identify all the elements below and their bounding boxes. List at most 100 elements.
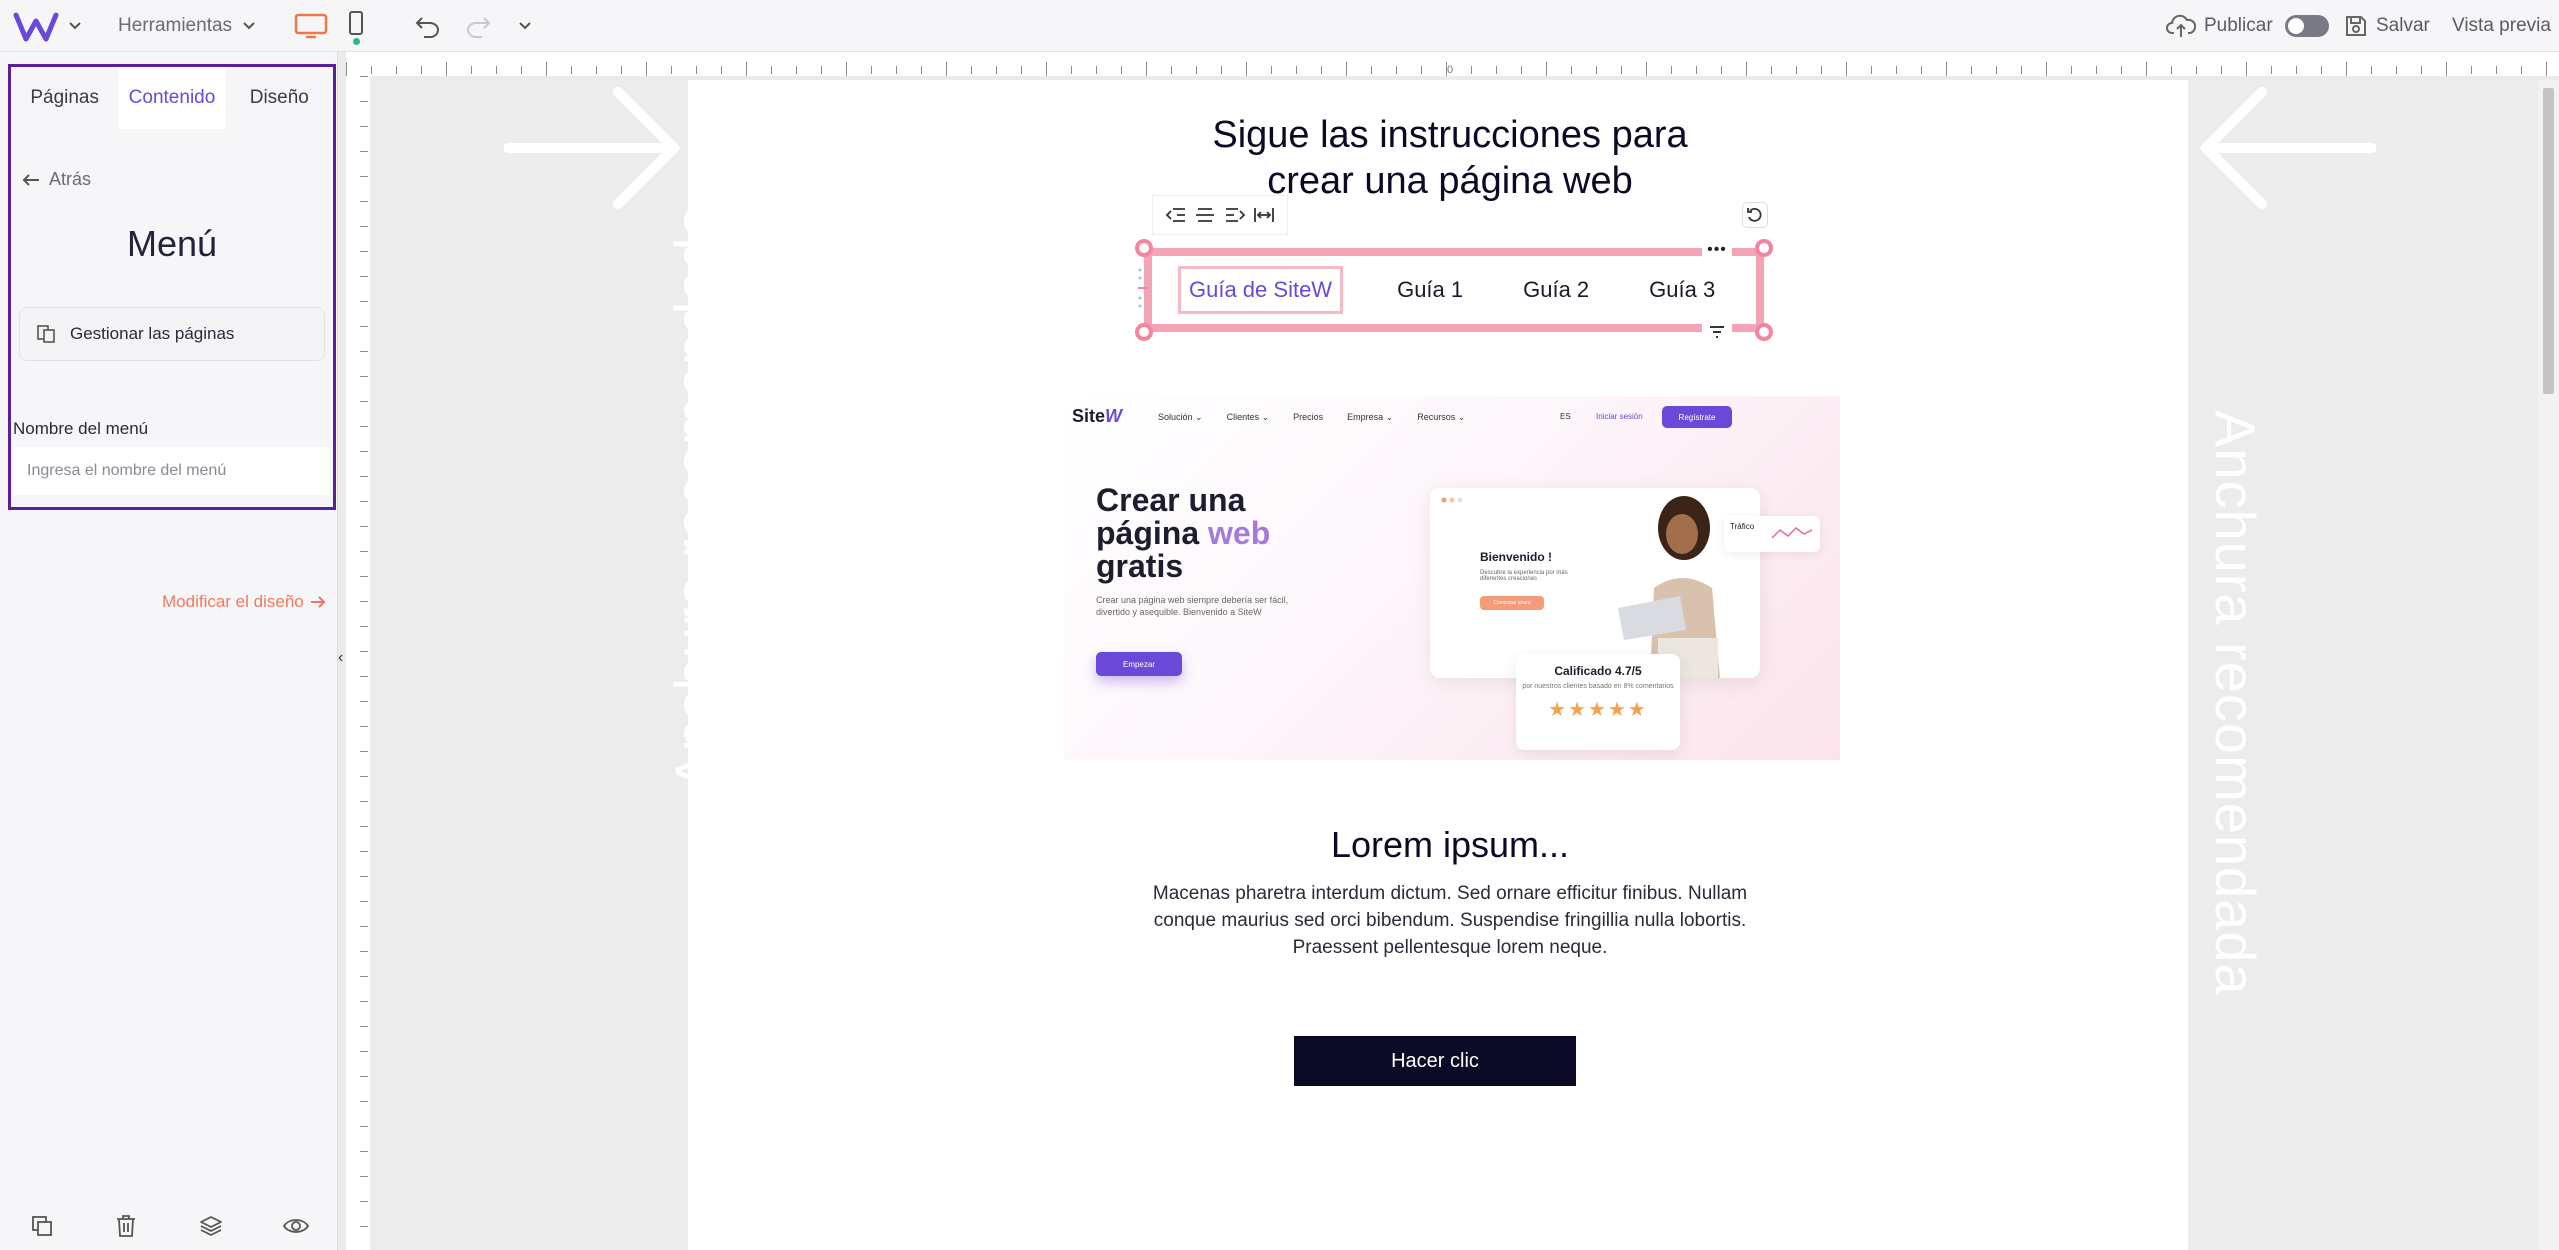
modify-design-link[interactable]: Modificar el diseño <box>162 592 326 612</box>
mock-rating-sub: por nuestros clientes basado en 8% comen… <box>1522 683 1674 690</box>
section-title[interactable]: Lorem ipsum... <box>688 824 2212 866</box>
align-right-icon[interactable] <box>1224 206 1246 224</box>
mock-nav-item: Recursos ⌄ <box>1417 412 1466 422</box>
mock-card-button: Comenzar ahora <box>1480 596 1544 610</box>
publish-toggle[interactable] <box>2284 15 2329 37</box>
stretch-width-icon[interactable] <box>1253 206 1275 224</box>
filter-icon[interactable] <box>1702 320 1732 344</box>
cloud-upload-icon <box>2166 14 2196 37</box>
align-center-icon[interactable] <box>1194 206 1216 224</box>
duplicate-icon[interactable] <box>28 1212 56 1240</box>
resize-handle-bottom-left[interactable] <box>1135 323 1153 341</box>
mock-nav: Solución ⌄ Clientes ⌄ Precios Empresa ⌄ … <box>1158 412 1465 423</box>
modify-design-label: Modificar el diseño <box>162 592 304 611</box>
mock-login: Iniciar sesión <box>1596 412 1643 421</box>
window-dots-icon <box>1441 497 1463 503</box>
mock-hero-c: gratis <box>1096 548 1184 584</box>
resize-handle-bottom-right[interactable] <box>1755 323 1773 341</box>
mock-rating-card: Calificado 4.7/5 por nuestros clientes b… <box>1516 654 1680 750</box>
mock-welcome-sub: Descubre la experiencia por más diferent… <box>1480 570 1568 582</box>
recommended-width-label: Anchura recomendada <box>2204 410 2267 996</box>
mock-logo: SiteW <box>1072 406 1122 427</box>
preview-button[interactable]: Vista previa <box>2452 12 2551 40</box>
menu-item-guia-3[interactable]: Guía 3 <box>1619 266 1745 314</box>
mock-hero-b: web <box>1208 515 1271 551</box>
preview-label: Vista previa <box>2452 15 2551 36</box>
mock-nav-item: Precios <box>1293 412 1324 422</box>
mock-nav-item: Solución ⌄ <box>1158 412 1203 422</box>
pages-icon <box>37 325 55 343</box>
back-label: Atrás <box>49 169 92 189</box>
mock-nav-item: Empresa ⌄ <box>1347 412 1394 422</box>
eye-icon[interactable] <box>282 1212 310 1240</box>
menu-item-guia-1[interactable]: Guía 1 <box>1367 266 1493 314</box>
mock-nav-item: Clientes ⌄ <box>1226 412 1270 422</box>
tab-design[interactable]: Diseño <box>226 67 333 129</box>
mock-rating-title: Calificado 4.7/5 <box>1554 664 1642 678</box>
mock-browser-card: Bienvenido ! Descubre la experiencia por… <box>1430 488 1760 678</box>
navigation-menu-block[interactable]: Guía de SiteW Guía 1 Guía 2 Guía 3 <box>1144 248 1764 332</box>
mock-traffic-label: Tráfico <box>1730 522 1755 531</box>
menu-name-input[interactable] <box>13 447 329 495</box>
mobile-icon <box>349 11 363 35</box>
manage-pages-label: Gestionar las páginas <box>70 324 235 343</box>
tools-menu[interactable]: Herramientas <box>118 12 256 40</box>
website-preview-image[interactable]: SiteW Solución ⌄ Clientes ⌄ Precios Empr… <box>1064 396 1840 760</box>
mobile-view-button[interactable] <box>346 10 366 50</box>
desktop-view-button[interactable] <box>294 12 330 40</box>
manage-pages-button[interactable]: Gestionar las páginas <box>19 307 325 361</box>
trend-line-icon <box>1771 527 1813 539</box>
vertical-ruler <box>346 76 370 1250</box>
tab-pages[interactable]: Páginas <box>11 67 118 129</box>
undo-button[interactable] <box>414 12 444 40</box>
sitew-logo-icon[interactable] <box>12 8 62 44</box>
menu-item-guia-sitew[interactable]: Guía de SiteW <box>1178 266 1344 314</box>
mock-logo-w: W <box>1105 406 1123 426</box>
menu-settings-panel: Páginas Contenido Diseño Atrás Menú Gest… <box>8 64 336 510</box>
click-button[interactable]: Hacer clic <box>1294 1036 1576 1086</box>
mock-hero-subtitle: Crear una página web siempre debería ser… <box>1096 595 1289 617</box>
mock-welcome: Bienvenido ! <box>1480 550 1553 564</box>
drag-grip-icon[interactable] <box>1136 264 1150 312</box>
active-dot <box>352 38 360 45</box>
publish-button[interactable]: Publicar <box>2166 12 2329 40</box>
redo-button[interactable] <box>464 12 494 40</box>
page-headline[interactable]: Sigue las instrucciones para crear una p… <box>688 112 2212 204</box>
resize-handle-top-right[interactable] <box>1755 239 1773 257</box>
resize-handle-top-left[interactable] <box>1135 239 1153 257</box>
back-link[interactable]: Atrás <box>21 169 91 190</box>
web-page: Sigue las instrucciones para crear una p… <box>688 80 2188 1250</box>
arrow-right-icon <box>504 87 682 209</box>
section-paragraph[interactable]: Macenas pharetra interdum dictum. Sed or… <box>1122 880 1778 961</box>
arrow-right-icon <box>310 596 326 608</box>
headline-line-2: crear una página web <box>1267 160 1633 202</box>
trash-icon[interactable] <box>112 1212 140 1240</box>
left-panel: Páginas Contenido Diseño Atrás Menú Gest… <box>0 52 338 1250</box>
mock-logo-site: Site <box>1072 406 1106 426</box>
align-left-icon[interactable] <box>1165 206 1187 224</box>
tools-label: Herramientas <box>118 15 233 36</box>
layers-icon[interactable] <box>197 1212 225 1240</box>
star-icon: ★★★★★ <box>1548 699 1648 721</box>
mock-lang: ES <box>1560 412 1571 421</box>
more-options-icon[interactable]: ••• <box>1702 240 1732 260</box>
more-options-button[interactable] <box>518 14 538 38</box>
headline-line-1: Sigue las instrucciones para <box>1212 114 1688 156</box>
panel-title: Menú <box>126 223 218 264</box>
chevron-down-icon <box>519 22 531 30</box>
reset-icon[interactable] <box>1742 202 1768 228</box>
vertical-scrollbar[interactable] <box>2538 80 2559 1250</box>
arrow-left-icon <box>2198 87 2376 209</box>
ruler-zero-label: 0 <box>1447 64 1454 76</box>
menu-item-guia-2[interactable]: Guía 2 <box>1493 266 1619 314</box>
chevron-down-icon <box>243 22 255 30</box>
tab-content[interactable]: Contenido <box>118 67 226 129</box>
panel-tabs: Páginas Contenido Diseño <box>11 67 333 129</box>
save-button[interactable]: Salvar <box>2344 12 2430 40</box>
editor-canvas[interactable]: Anchura recomendada Anchura recomendada … <box>372 80 2538 1250</box>
mock-register-button: Regístrate <box>1662 406 1732 428</box>
scrollbar-thumb[interactable] <box>2543 88 2554 394</box>
chevron-down-icon[interactable] <box>68 14 88 38</box>
mock-hero-title: Crear una página web gratis <box>1096 484 1316 583</box>
publish-label: Publicar <box>2204 15 2273 36</box>
